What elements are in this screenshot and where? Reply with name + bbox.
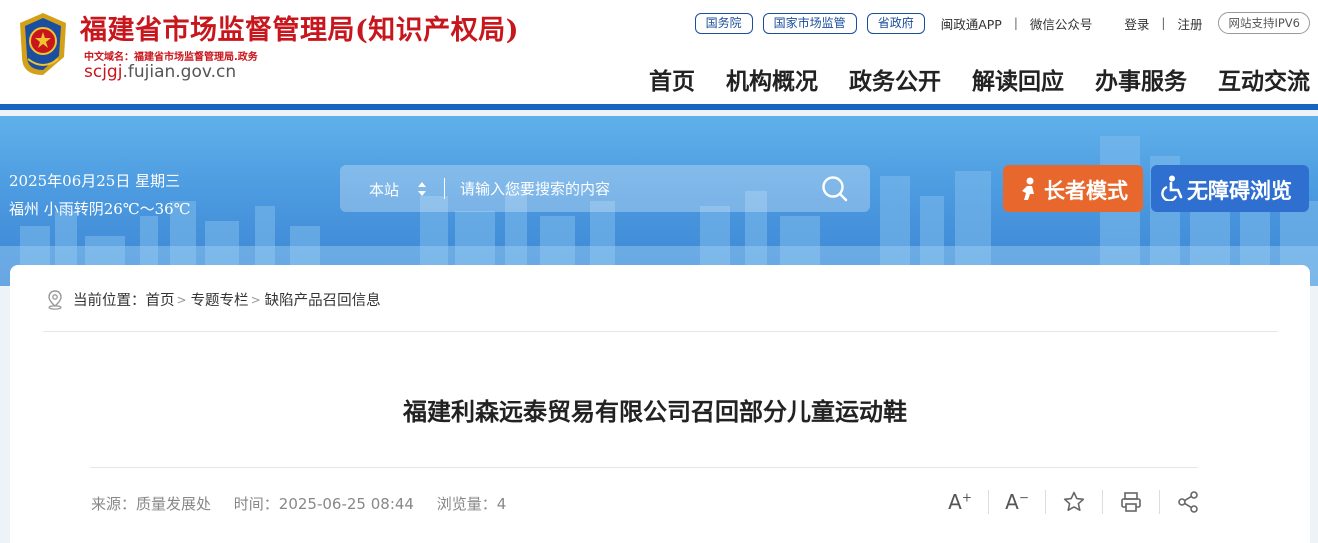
domain-chinese: 中文域名：福建省市场监督管理局.政务 — [84, 52, 258, 63]
share-icon[interactable] — [1176, 490, 1200, 514]
location-pin-icon — [48, 289, 62, 310]
top-links: 国务院 国家市场监管 省政府 闽政通APP | 微信公众号 登录 | 注册 网站… — [694, 12, 1310, 34]
elder-icon — [1022, 177, 1034, 200]
banner: 2025年06月25日 星期三 福州 小雨转阴26℃～36℃ 本站 长者模式 无… — [0, 116, 1318, 286]
separator: | — [1161, 16, 1166, 30]
domain-highlight: scjgj — [84, 62, 123, 82]
search-scope-select[interactable]: 本站 — [369, 179, 399, 200]
article-time: 时间：2025-06-25 08:44 — [233, 495, 414, 513]
login-link[interactable]: 登录 — [1124, 14, 1149, 33]
nav-interaction[interactable]: 互动交流 — [1218, 62, 1310, 96]
content-card: 当前位置： 首页 > 专题专栏 > 缺陷产品召回信息 福建利森远泰贸易有限公司召… — [10, 265, 1310, 543]
font-increase-letter: A — [948, 490, 962, 514]
link-app[interactable]: 闽政通APP — [941, 14, 1002, 33]
breadcrumb-recall[interactable]: 缺陷产品召回信息 — [265, 289, 381, 310]
site-title[interactable]: 福建省市场监督管理局(知识产权局) — [80, 8, 519, 47]
article-tools: A+ A− — [948, 490, 1200, 514]
breadcrumb-separator: > — [250, 292, 261, 307]
domain-rest: .fujian.gov.cn — [122, 62, 237, 82]
search-bar: 本站 — [340, 165, 870, 212]
main-nav: 首页 机构概况 政务公开 解读回应 办事服务 互动交流 — [649, 62, 1310, 96]
article-views: 浏览量：4 — [436, 495, 507, 513]
sort-arrows-icon[interactable] — [417, 181, 427, 197]
link-state-council[interactable]: 国务院 — [694, 12, 753, 34]
accessibility-label: 无障碍浏览 — [1187, 179, 1292, 203]
nav-services[interactable]: 办事服务 — [1095, 62, 1187, 96]
star-icon[interactable] — [1062, 490, 1086, 514]
tool-separator — [1045, 490, 1046, 514]
link-prov-gov[interactable]: 省政府 — [866, 12, 925, 34]
site-header: 福建省市场监督管理局(知识产权局) 中文域名：福建省市场监督管理局.政务 scj… — [0, 0, 1318, 110]
weather-info: 福州 小雨转阴26℃～36℃ — [9, 200, 191, 218]
breadcrumb-prefix: 当前位置： — [73, 293, 146, 309]
accessibility-button[interactable]: 无障碍浏览 — [1151, 165, 1309, 212]
article-title: 福建利森远泰贸易有限公司召回部分儿童运动鞋 — [403, 398, 907, 426]
link-wechat[interactable]: 微信公众号 — [1030, 14, 1093, 33]
nav-interpretation[interactable]: 解读回应 — [972, 62, 1064, 96]
tool-separator — [1159, 490, 1160, 514]
article-source: 来源：质量发展处 — [91, 495, 212, 513]
font-decrease-letter: A — [1005, 490, 1019, 514]
ipv6-badge: 网站支持IPV6 — [1218, 12, 1310, 34]
font-increase-icon[interactable]: A+ — [948, 490, 972, 514]
nav-home[interactable]: 首页 — [649, 62, 695, 96]
breadcrumb-topics[interactable]: 专题专栏 — [191, 289, 249, 310]
nav-about[interactable]: 机构概况 — [726, 62, 818, 96]
breadcrumb-separator: > — [176, 292, 187, 307]
search-icon[interactable] — [818, 173, 852, 205]
tool-separator — [1102, 490, 1103, 514]
separator: | — [1013, 16, 1018, 30]
register-link[interactable]: 注册 — [1177, 14, 1202, 33]
domain-english[interactable]: scjgj.fujian.gov.cn — [84, 62, 236, 82]
divider — [43, 331, 1278, 332]
print-icon[interactable] — [1119, 490, 1143, 514]
elder-mode-label: 长者模式 — [1044, 179, 1128, 203]
wheelchair-icon — [1161, 175, 1183, 201]
article-meta: 来源：质量发展处 时间：2025-06-25 08:44 浏览量：4 — [91, 493, 524, 514]
divider — [90, 467, 1198, 468]
elder-mode-button[interactable]: 长者模式 — [1003, 165, 1143, 212]
nav-gov-info[interactable]: 政务公开 — [849, 62, 941, 96]
tool-separator — [988, 490, 989, 514]
search-divider — [444, 178, 445, 199]
search-input[interactable] — [452, 172, 812, 205]
link-samr[interactable]: 国家市场监管 — [762, 12, 857, 34]
font-decrease-icon[interactable]: A− — [1005, 490, 1029, 514]
national-emblem-icon[interactable] — [14, 11, 72, 77]
current-date: 2025年06月25日 星期三 — [9, 172, 181, 190]
breadcrumb: 当前位置： 首页 > 专题专栏 > 缺陷产品召回信息 — [46, 289, 381, 310]
breadcrumb-home[interactable]: 首页 — [146, 289, 175, 310]
